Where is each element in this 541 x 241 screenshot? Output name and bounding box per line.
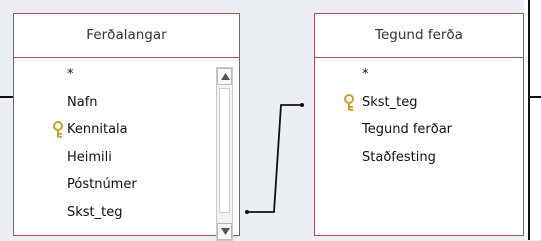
triangle-up-icon bbox=[221, 73, 230, 80]
key-icon bbox=[344, 94, 354, 111]
scroll-down-button[interactable] bbox=[217, 223, 232, 240]
table-ferdalangar[interactable]: Ferðalangar * Nafn Kennitala Heimili Pós… bbox=[13, 13, 240, 241]
field-list: * Skst_teg Tegund ferðar Staðfesting bbox=[315, 58, 523, 235]
field-all[interactable]: * bbox=[67, 65, 74, 85]
scroll-up-button[interactable] bbox=[217, 68, 232, 85]
canvas-edge-band bbox=[524, 0, 541, 240]
key-icon bbox=[53, 121, 63, 138]
background-connector-right bbox=[528, 96, 541, 98]
field-kennitala[interactable]: Kennitala bbox=[67, 120, 128, 140]
triangle-down-icon bbox=[221, 228, 230, 235]
table-title[interactable]: Tegund ferða bbox=[315, 14, 523, 58]
field-skst-teg[interactable]: Skst_teg bbox=[362, 93, 418, 113]
table-tegund-ferda[interactable]: Tegund ferða * Skst_teg Tegund ferðar St… bbox=[314, 13, 524, 236]
background-connector-left bbox=[0, 96, 14, 98]
background-connector-right-vertical bbox=[528, 0, 530, 240]
scroll-thumb[interactable] bbox=[219, 88, 230, 213]
field-tegund-ferdar[interactable]: Tegund ferðar bbox=[362, 120, 452, 140]
field-list-scrollbar[interactable] bbox=[216, 67, 233, 241]
field-heimili[interactable]: Heimili bbox=[67, 148, 112, 168]
field-all[interactable]: * bbox=[362, 65, 369, 85]
field-stadfesting[interactable]: Staðfesting bbox=[362, 148, 436, 168]
field-skst-teg[interactable]: Skst_teg bbox=[67, 203, 123, 223]
table-title[interactable]: Ferðalangar bbox=[14, 14, 239, 58]
field-postnumer[interactable]: Póstnúmer bbox=[67, 175, 137, 195]
field-nafn[interactable]: Nafn bbox=[67, 93, 98, 113]
field-list: * Nafn Kennitala Heimili Póstnúmer Skst_… bbox=[14, 58, 239, 235]
